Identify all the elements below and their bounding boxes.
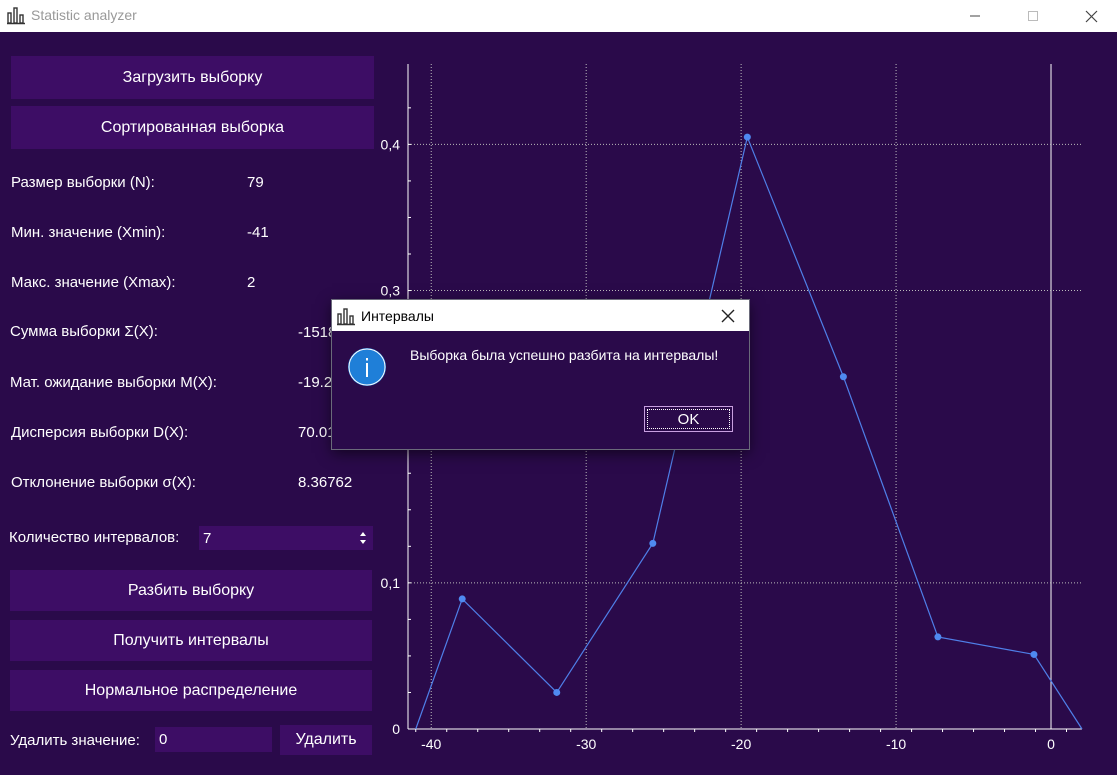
minimize-button[interactable]	[952, 0, 998, 32]
x-tick-label: -30	[576, 736, 596, 752]
dialog-title-bar: Интервалы	[332, 300, 749, 331]
stat-value-stddev: 8.36762	[298, 474, 353, 491]
y-tick-label: 0,3	[381, 283, 401, 299]
maximize-button[interactable]	[1010, 0, 1056, 32]
stat-value-variance: 70.01	[298, 424, 336, 441]
stat-value-sum: -1518	[298, 324, 337, 341]
info-glyph	[348, 348, 386, 386]
data-point	[649, 539, 657, 547]
dialog-message: Выборка была успешно разбита на интервал…	[410, 347, 719, 363]
y-tick-label: 0,1	[381, 575, 401, 591]
data-point	[1030, 650, 1038, 658]
spin-arrows-icon[interactable]	[359, 530, 367, 546]
close-icon[interactable]	[718, 306, 738, 326]
stat-value-n: 79	[247, 174, 264, 191]
minimize-icon	[970, 15, 980, 17]
focus-ring	[647, 409, 730, 429]
data-point	[553, 688, 561, 696]
stat-value-min: -41	[247, 224, 269, 241]
info-icon	[348, 348, 386, 386]
normal-distribution-button[interactable]: Нормальное распределение	[10, 670, 372, 711]
y-tick-label: 0	[392, 721, 400, 737]
stat-label-min: Мин. значение (Xmin):	[11, 224, 166, 241]
delete-value-input[interactable]: 0	[155, 727, 272, 752]
sorted-sample-button[interactable]: Сортированная выборка	[11, 106, 374, 149]
stat-label-mean: Мат. ожидание выборки M(X):	[10, 374, 217, 391]
stat-label-max: Макс. значение (Xmax):	[11, 274, 176, 291]
dialog-title: Интервалы	[361, 308, 434, 324]
data-point	[743, 133, 751, 141]
intervals-dialog: Интервалы Выборка была успешно разбита н…	[332, 300, 749, 449]
intervals-count-value: 7	[203, 529, 212, 547]
x-tick-label: -10	[886, 736, 906, 752]
x-tick-label: 0	[1047, 736, 1055, 752]
x-tick-label: -20	[731, 736, 751, 752]
load-sample-button[interactable]: Загрузить выборку	[11, 56, 374, 99]
delete-value-text: 0	[159, 731, 168, 748]
close-button[interactable]	[1068, 0, 1114, 32]
title-bar: Statistic analyzer	[0, 0, 1117, 32]
split-sample-button[interactable]: Разбить выборку	[10, 570, 372, 611]
y-tick-label: 0,4	[381, 136, 401, 152]
stat-label-variance: Дисперсия выборки D(X):	[11, 424, 189, 441]
bar-chart-icon	[337, 308, 355, 326]
stat-label-stddev: Отклонение выборки σ(X):	[11, 474, 196, 491]
stat-value-max: 2	[247, 274, 256, 291]
data-point	[934, 633, 942, 641]
bar-chart-icon	[7, 7, 25, 25]
stat-label-n: Размер выборки (N):	[11, 174, 155, 191]
x-tick-label: -40	[421, 736, 441, 752]
data-point	[839, 373, 847, 381]
close-icon	[1085, 10, 1097, 22]
delete-value-label: Удалить значение:	[10, 732, 140, 749]
data-point	[458, 595, 466, 603]
intervals-count-spinbox[interactable]: 7	[199, 526, 373, 550]
get-intervals-button[interactable]: Получить интервалы	[10, 620, 372, 661]
delete-button[interactable]: Удалить	[280, 725, 372, 755]
stat-value-mean: -19.2	[298, 374, 333, 391]
stat-label-sum: Сумма выборки Σ(X):	[10, 323, 158, 340]
window-title: Statistic analyzer	[31, 7, 137, 23]
ok-button[interactable]: OK	[644, 406, 733, 432]
intervals-count-label: Количество интервалов:	[9, 529, 180, 546]
maximize-icon	[1028, 11, 1038, 21]
